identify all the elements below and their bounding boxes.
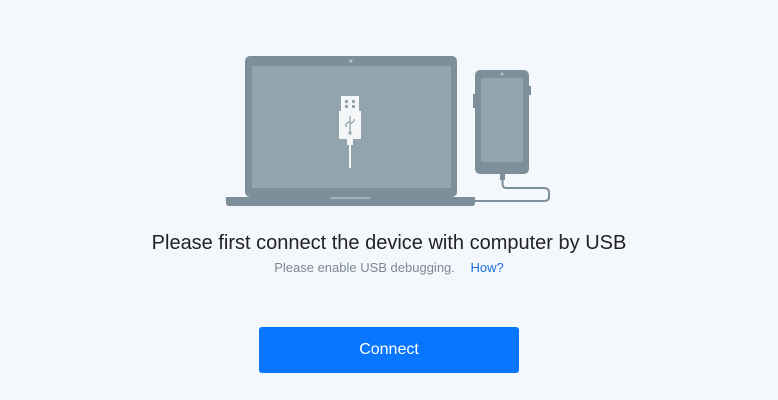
usb-debugging-hint: Please enable USB debugging. How? (0, 259, 778, 277)
usb-debugging-hint-text: Please enable USB debugging. (274, 260, 455, 275)
usb-connect-page: Please first connect the device with com… (0, 0, 778, 400)
how-link[interactable]: How? (471, 260, 504, 275)
connect-button[interactable]: Connect (259, 327, 519, 373)
phone-icon (473, 70, 531, 174)
usb-cable-icon (475, 174, 550, 202)
connect-instruction-title: Please first connect the device with com… (151, 232, 627, 254)
device-connection-illustration (226, 56, 550, 206)
